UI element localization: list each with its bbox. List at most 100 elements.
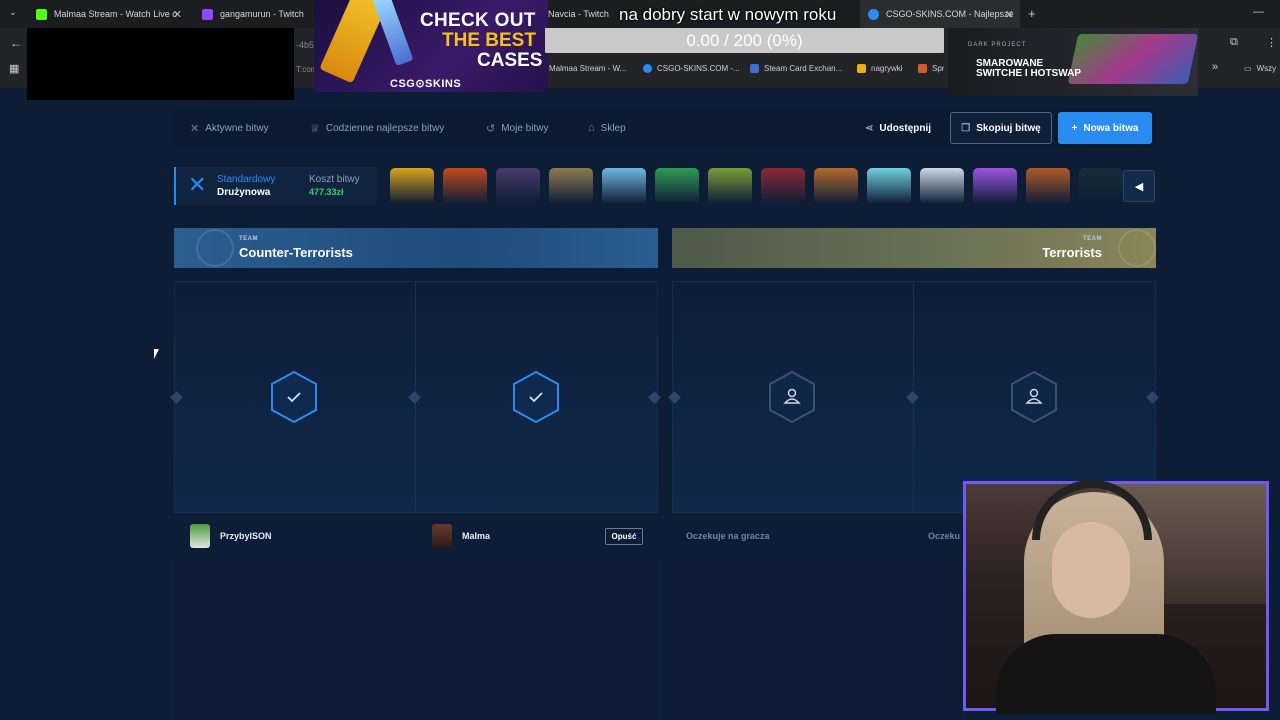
twitch-icon [202, 8, 213, 20]
promo-banner: CHECK OUT THE BEST CASES CSG⊙SKINS [314, 0, 548, 92]
new-tab-icon[interactable]: + [1028, 6, 1036, 21]
trophy-icon: ♕ [310, 122, 320, 135]
share-button[interactable]: ⋖ Udostępnij [860, 112, 936, 144]
bookmark-all[interactable]: ▭ Wszy [1244, 64, 1276, 73]
goal-progress-bar: 0.00 / 200 (0%) [545, 28, 944, 53]
share-icon: ⋖ [864, 122, 874, 134]
case-item[interactable] [602, 168, 646, 204]
nav-daily-best-battles[interactable]: ♕ Codzienne najlepsze bitwy [310, 108, 444, 148]
webcam-body [996, 634, 1216, 714]
close-icon[interactable]: ✕ [173, 8, 182, 21]
bookmark-malmaa[interactable]: Malmaa Stream - W... [549, 64, 626, 73]
waiting-for-player: Oczeku [928, 531, 961, 541]
ready-check-icon [271, 370, 317, 424]
drive-icon [857, 64, 866, 73]
empty-player-icon[interactable] [1010, 370, 1058, 424]
keyboard-ad: DARK PROJECT SMAROWANE SWITCHE I HOTSWAP [948, 28, 1199, 96]
mouse-cursor-icon [154, 349, 164, 359]
case-item[interactable] [496, 168, 540, 204]
copy-icon: ❐ [961, 122, 971, 134]
team-name: Terrorists [1042, 245, 1102, 260]
tab-search-chevron-icon[interactable]: ⌄ [9, 7, 17, 18]
case-item[interactable] [655, 168, 699, 204]
player-name: Malma [462, 531, 491, 541]
menu-icon[interactable]: ⋮ [1266, 36, 1277, 49]
minimize-icon[interactable]: — [1253, 6, 1264, 18]
empty-player-icon[interactable] [768, 370, 816, 424]
promo-line1: CHECK OUT [420, 10, 536, 31]
team-t-header: TEAM Terrorists [672, 228, 1156, 268]
case-item[interactable] [814, 168, 858, 204]
bookmark-nagrywki[interactable]: nagrywki [857, 64, 903, 73]
case-item[interactable] [443, 168, 487, 204]
promo-brand: CSG⊙SKINS [390, 78, 462, 90]
tab-malmaa-stream[interactable]: Malmaa Stream - Watch Live o ✕ [28, 0, 188, 28]
avatar [190, 524, 210, 548]
battle-nav-bar: ✕ Aktywne bitwy ♕ Codzienne najlepsze bi… [174, 108, 1156, 148]
waiting-for-player: Oczekuje na gracza [686, 531, 770, 541]
carousel-arrow-button[interactable]: ◀ [1123, 170, 1155, 202]
bookmark-label: Malmaa Stream - W... [549, 64, 627, 73]
avatar [432, 524, 452, 548]
bookmark-label: nagrywki [871, 64, 903, 73]
team-ct-header: TEAM Counter-Terrorists [174, 228, 658, 268]
battle-mode-info: ✕ Standardowy Drużynowa Koszt bitwy 477.… [174, 167, 377, 205]
kick-icon [36, 8, 47, 20]
keyboard-ad-text: SMAROWANE SWITCHE I HOTSWAP [976, 59, 1081, 79]
history-icon: ↺ [486, 122, 496, 135]
streamer-webcam [963, 480, 1269, 714]
tab-title: Malmaa Stream - Watch Live o [54, 9, 178, 19]
case-item[interactable] [390, 168, 434, 204]
t-star-emblem-icon [1118, 229, 1156, 267]
ready-check-icon [513, 370, 559, 424]
team-sub-label: TEAM [239, 236, 258, 242]
case-item[interactable] [1026, 168, 1070, 204]
bookmarks-overflow-icon[interactable]: » [1212, 61, 1218, 73]
copy-battle-button[interactable]: ❐ Skopiuj bitwę [950, 112, 1052, 144]
caret-left-icon: ◀ [1134, 180, 1144, 193]
new-battle-button[interactable]: + Nowa bitwa [1058, 112, 1152, 144]
steam-card-icon [750, 64, 759, 73]
shop-icon: ⌂ [588, 122, 595, 134]
address-fragment: -4b5 [296, 40, 315, 50]
nav-my-battles[interactable]: ↺ Moje bitwy [486, 108, 548, 148]
tab-gangamurun[interactable]: gangamurun - Twitch [194, 0, 312, 28]
bookmark-spr[interactable]: Spr [918, 64, 944, 73]
bookmark-steam-card[interactable]: Steam Card Exchan... [750, 64, 842, 73]
bookmark-fav-icon [918, 64, 927, 73]
team-sub-label: TEAM [1083, 236, 1102, 242]
folder-icon: ▭ [1244, 64, 1252, 73]
goal-title: na dobry start w nowym roku [619, 5, 837, 24]
mode-name: Drużynowa [217, 187, 271, 198]
crossed-swords-icon: ✕ [190, 122, 200, 135]
tab-csgo-skins[interactable]: CSGO-SKINS.COM - Najlepsze ✕ [860, 0, 1020, 28]
keyboard-brand: DARK PROJECT [968, 42, 1027, 48]
nav-label: Aktywne bitwy [205, 122, 269, 134]
nav-label: Moje bitwy [501, 122, 549, 134]
case-item[interactable] [761, 168, 805, 204]
leave-battle-button[interactable]: Opuść [605, 528, 643, 545]
team-name: Counter-Terrorists [239, 245, 353, 260]
case-item[interactable] [867, 168, 911, 204]
extensions-icon[interactable]: ⧉ [1230, 36, 1238, 49]
close-icon[interactable]: ✕ [1005, 8, 1014, 21]
new-battle-label: Nowa bitwa [1083, 122, 1139, 134]
player-slot-1: PrzybylSON [190, 522, 272, 550]
apps-grid-icon[interactable]: ▦ [9, 62, 19, 75]
case-item[interactable] [1079, 168, 1123, 204]
tab-navcia[interactable]: Navcia - Twitch [540, 0, 618, 28]
ct-emblem-icon [196, 229, 234, 267]
nav-active-battles[interactable]: ✕ Aktywne bitwy [190, 108, 269, 148]
bookmark-label: Steam Card Exchan... [764, 64, 843, 73]
back-arrow-icon[interactable]: ← [10, 36, 22, 50]
mode-type: Standardowy [217, 174, 276, 185]
case-item[interactable] [549, 168, 593, 204]
case-item[interactable] [973, 168, 1017, 204]
bookmark-csgo-skins[interactable]: CSGO-SKINS.COM -... [643, 64, 740, 73]
tab-title: gangamurun - Twitch [220, 9, 304, 19]
case-item[interactable] [708, 168, 752, 204]
nav-shop[interactable]: ⌂ Sklep [588, 108, 626, 148]
cost-label: Koszt bitwy [309, 174, 360, 185]
case-item[interactable] [920, 168, 964, 204]
keyboard-ad-line2: SWITCHE I HOTSWAP [976, 68, 1081, 79]
